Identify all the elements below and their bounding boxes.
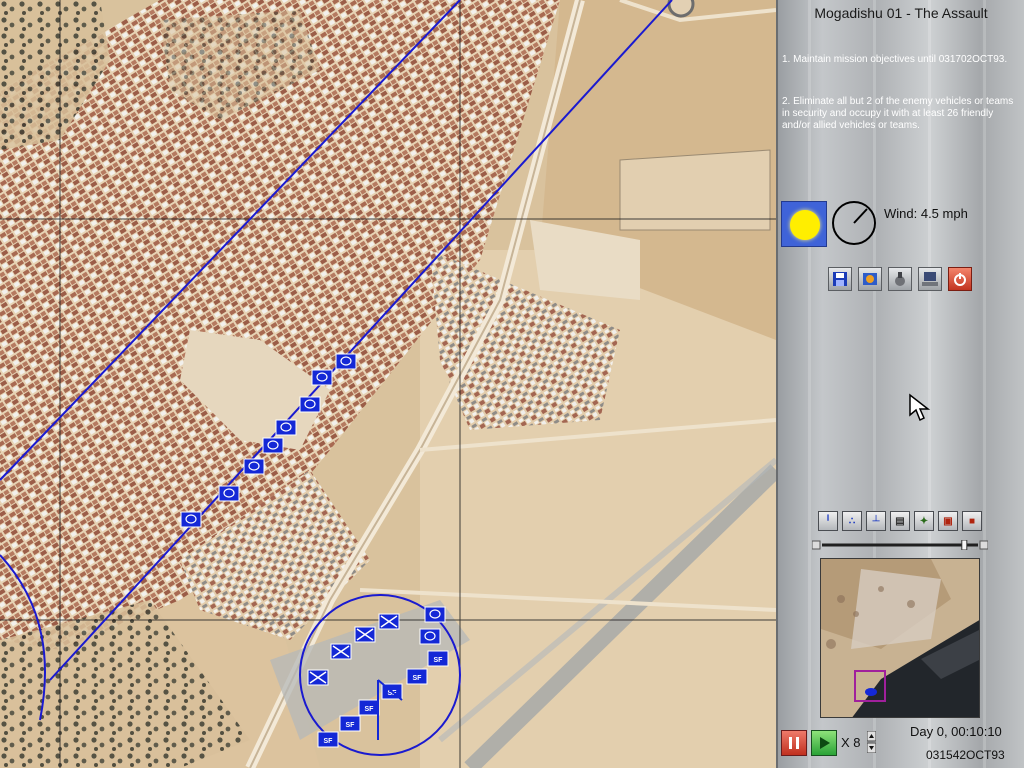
pause-button[interactable] — [781, 730, 807, 756]
company-icon[interactable]: ┴ — [866, 511, 886, 531]
wind-direction-icon — [832, 201, 876, 245]
game-speed: X 8 — [841, 735, 861, 750]
unit-marker[interactable] — [275, 419, 297, 436]
stop-icon[interactable]: ■ — [962, 511, 982, 531]
map-canvas[interactable]: SFSFSFSFSFSF — [0, 0, 776, 768]
platoon-icon[interactable]: ∴ — [842, 511, 862, 531]
tactical-map[interactable]: SF SF SF SF SF SF — [0, 0, 776, 768]
play-button[interactable] — [811, 730, 837, 756]
unit-marker[interactable]: SF — [406, 668, 428, 685]
play-icon — [820, 737, 830, 749]
unit-marker[interactable] — [330, 643, 352, 660]
unit-marker-label: SF — [324, 738, 334, 745]
unit-marker[interactable] — [262, 437, 284, 454]
tools-icon[interactable] — [888, 267, 912, 291]
power-icon[interactable] — [948, 267, 972, 291]
pause-icon — [789, 737, 799, 749]
unit-marker[interactable]: SF — [358, 699, 380, 716]
wind-speed: Wind: 4.5 mph — [884, 206, 968, 221]
unit-marker[interactable]: SF — [339, 715, 361, 732]
unit-marker[interactable] — [424, 606, 446, 623]
unit-marker[interactable]: SF — [427, 650, 449, 667]
unit-marker[interactable] — [354, 626, 376, 643]
side-panel: Mogadishu 01 - The Assault 1. Maintain m… — [776, 0, 1024, 768]
sun-icon — [790, 210, 820, 240]
unit-marker[interactable] — [307, 669, 329, 686]
mission-datetime: 031542OCT93 — [926, 748, 1005, 762]
mouse-cursor-icon — [909, 393, 931, 422]
unit-marker[interactable] — [299, 396, 321, 413]
game-clock: Day 0, 00:10:10 — [910, 724, 1002, 739]
minimap[interactable] — [820, 558, 980, 718]
unit-marker[interactable] — [419, 628, 441, 645]
zoom-slider[interactable] — [812, 540, 988, 550]
unit-marker[interactable] — [335, 353, 357, 370]
unit-marker[interactable] — [180, 511, 202, 528]
unit-marker[interactable] — [378, 613, 400, 630]
mission-objective-2: 2. Eliminate all but 2 of the enemy vehi… — [782, 96, 1014, 131]
unit-marker[interactable]: SF — [317, 731, 339, 748]
zoom-slider-thumb[interactable] — [961, 540, 968, 550]
unit-marker[interactable] — [311, 369, 333, 386]
map-tools-icon[interactable]: ✦ — [914, 511, 934, 531]
computer-icon[interactable] — [918, 267, 942, 291]
unit-marker-label: SF — [434, 657, 444, 664]
map-settings-icon[interactable] — [858, 267, 882, 291]
unit-marker-label: SF — [346, 722, 356, 729]
speed-stepper[interactable] — [867, 731, 876, 753]
mission-objective-1: 1. Maintain mission objectives until 031… — [782, 54, 1008, 65]
unit-marker-label: SF — [365, 706, 375, 713]
squad-icon[interactable]: ╵ — [818, 511, 838, 531]
save-icon[interactable] — [828, 267, 852, 291]
unit-marker[interactable] — [243, 458, 265, 475]
weather-condition — [781, 201, 827, 247]
unit-marker[interactable] — [218, 485, 240, 502]
mission-title: Mogadishu 01 - The Assault — [814, 5, 988, 21]
exit-unit-icon[interactable]: ▣ — [938, 511, 958, 531]
report-icon[interactable]: ▤ — [890, 511, 910, 531]
unit-marker-label: SF — [413, 675, 423, 682]
